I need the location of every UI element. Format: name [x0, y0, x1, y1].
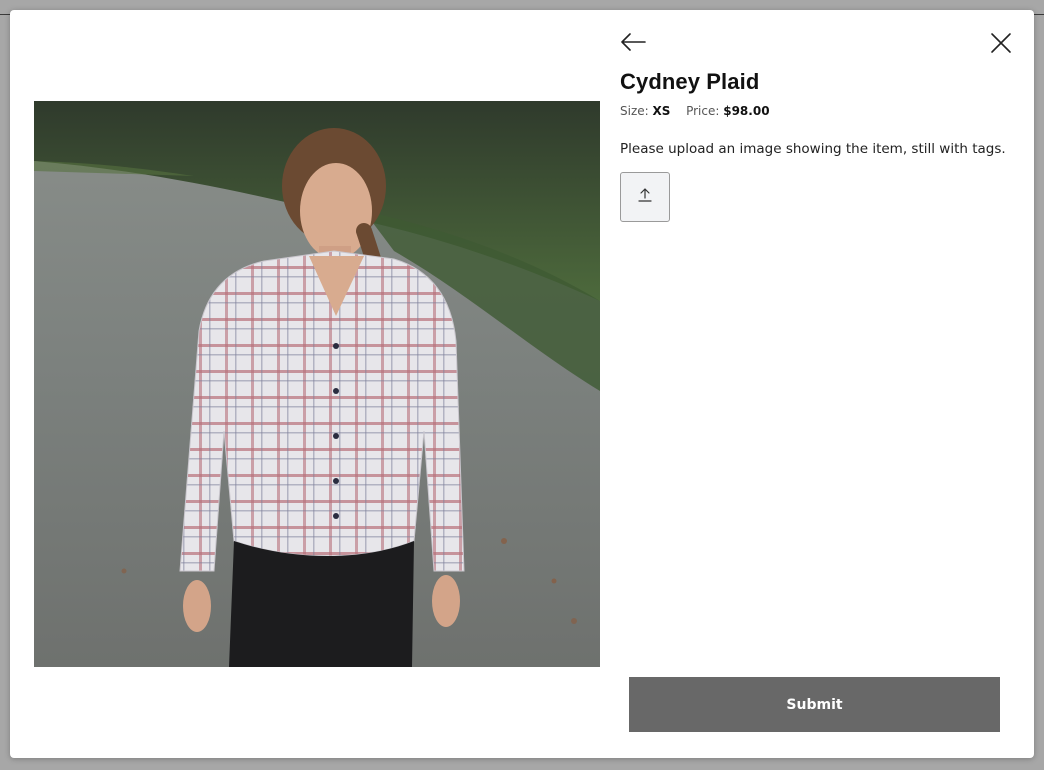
product-meta: Size: XS Price: $98.00: [620, 104, 770, 118]
product-title: Cydney Plaid: [620, 69, 760, 94]
price-value: $98.00: [723, 104, 770, 118]
submit-button[interactable]: Submit: [629, 677, 1000, 732]
upload-icon: [637, 187, 653, 208]
price-label: Price:: [686, 104, 720, 118]
close-icon: [990, 32, 1012, 59]
back-arrow-icon: [619, 32, 647, 57]
close-button[interactable]: [988, 32, 1014, 58]
product-photo: [34, 101, 600, 667]
size-label: Size:: [620, 104, 649, 118]
upload-image-button[interactable]: [620, 172, 670, 222]
size-value: XS: [652, 104, 671, 118]
return-item-modal: Cydney Plaid Size: XS Price: $98.00 Plea…: [10, 10, 1034, 758]
back-button[interactable]: [618, 32, 648, 56]
upload-instruction: Please upload an image showing the item,…: [620, 141, 1006, 157]
